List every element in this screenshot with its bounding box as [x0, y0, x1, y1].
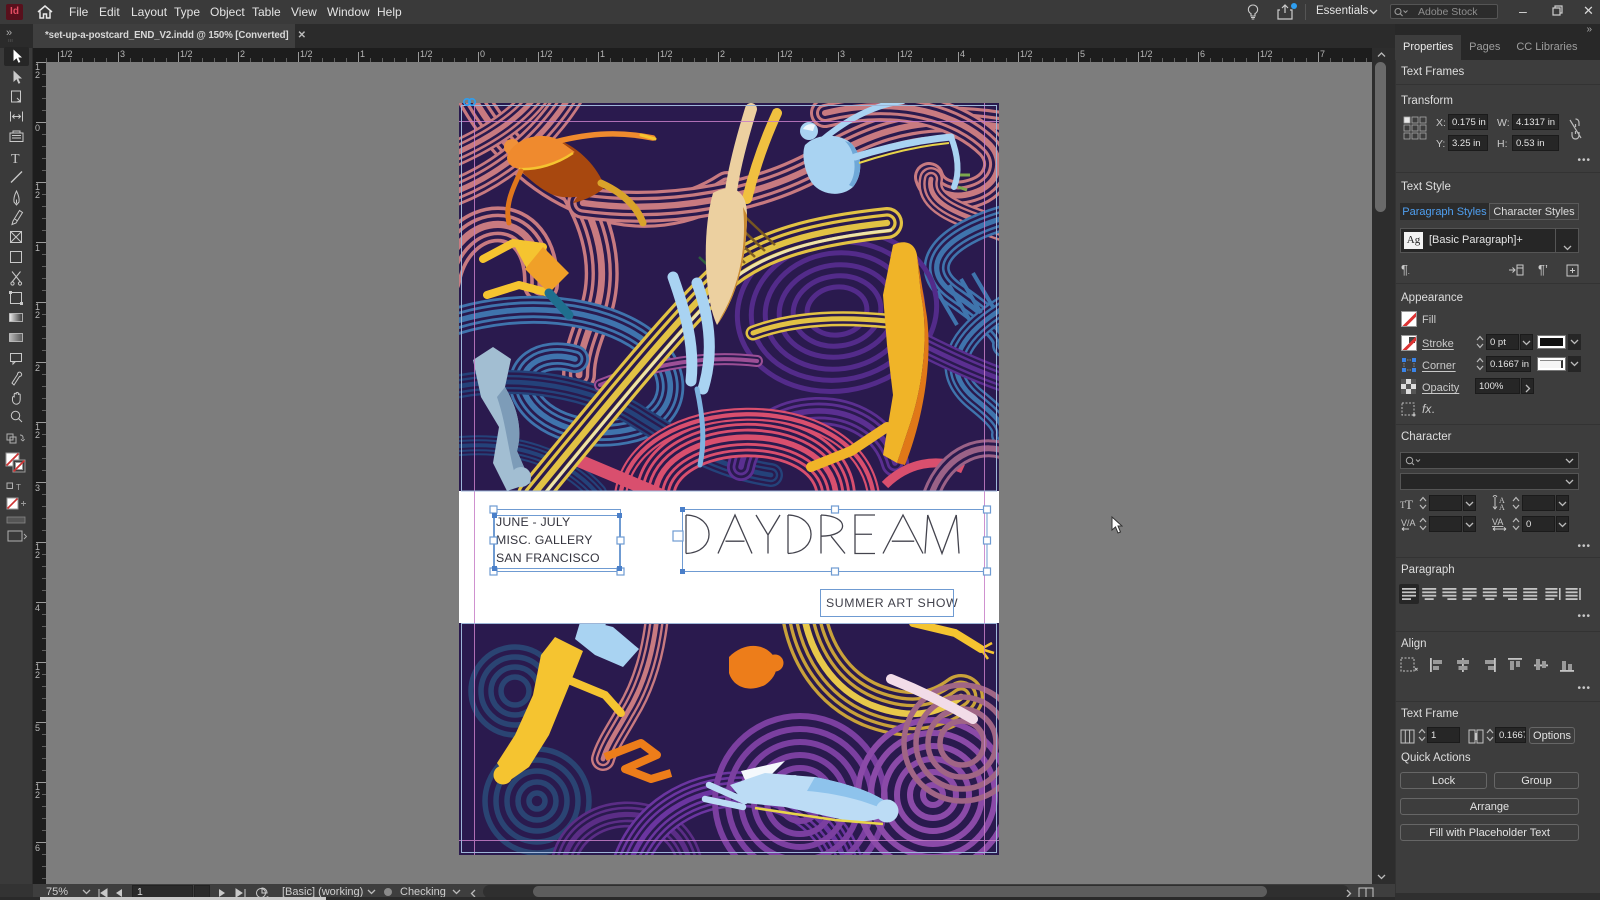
svg-text:T: T: [16, 483, 21, 492]
svg-text:A: A: [1499, 503, 1505, 511]
svg-text:MISC. GALLERY: MISC. GALLERY: [496, 533, 593, 547]
svg-text:SUMMER ART SHOW: SUMMER ART SHOW: [826, 596, 958, 610]
svg-text:T: T: [11, 152, 20, 167]
svg-text:V/A: V/A: [1401, 518, 1416, 528]
svg-text:T: T: [1405, 497, 1413, 510]
svg-text:VA: VA: [1492, 517, 1503, 527]
svg-text:SAN FRANCISCO: SAN FRANCISCO: [496, 551, 600, 565]
svg-text:JUNE - JULY: JUNE - JULY: [496, 515, 570, 529]
